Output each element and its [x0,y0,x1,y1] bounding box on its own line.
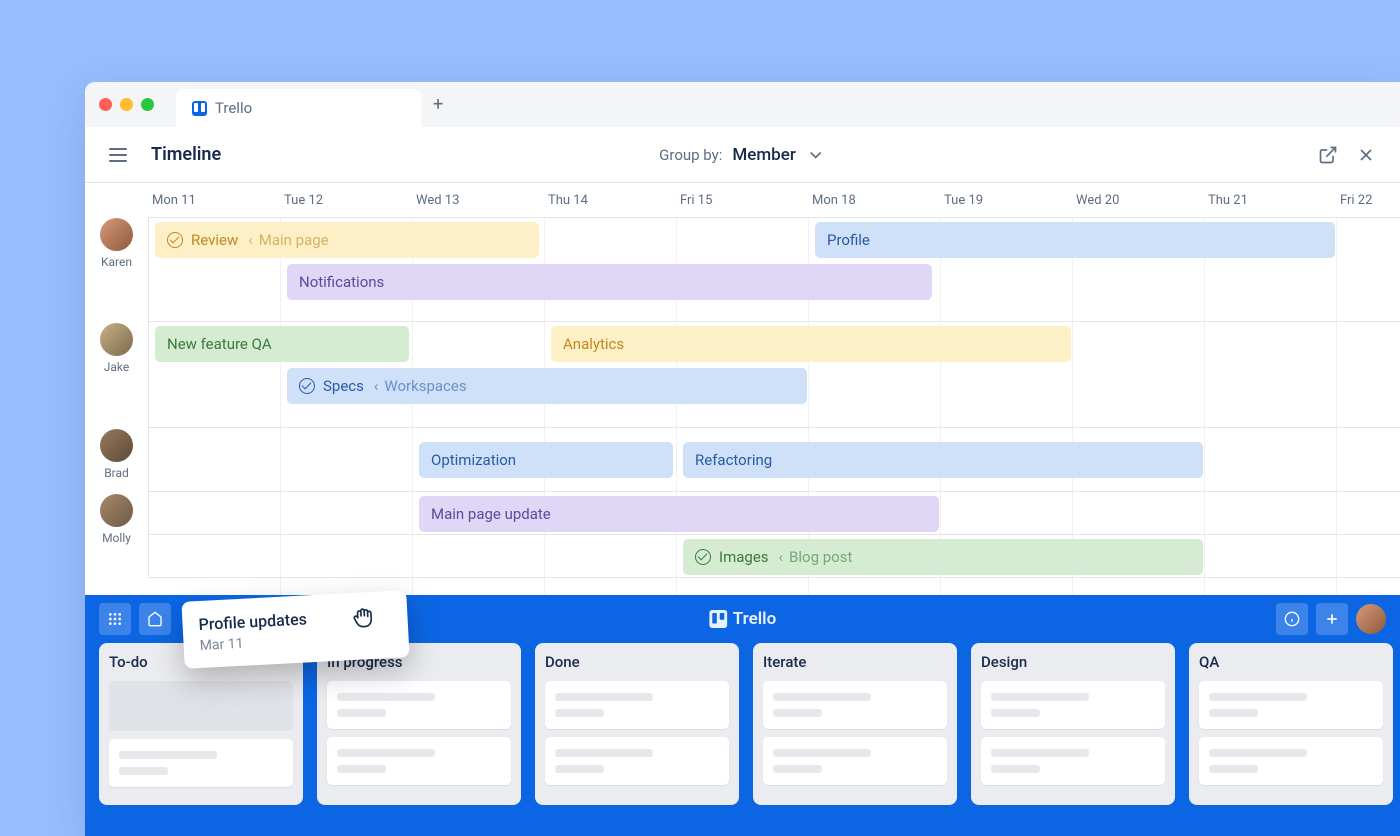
minimize-window-icon[interactable] [120,98,133,111]
check-icon [695,549,711,565]
check-icon [299,378,315,394]
board-brand: Trello [709,609,776,629]
member-molly[interactable]: Molly [85,494,148,554]
check-icon [167,232,183,248]
list-title: Design [981,653,1165,671]
member-jake[interactable]: Jake [85,323,148,429]
close-window-icon[interactable] [99,98,112,111]
task-bar-images[interactable]: Images ‹Blog post [683,539,1203,575]
avatar [100,218,133,251]
trello-logo-icon [192,101,207,116]
close-icon[interactable] [1356,145,1376,165]
trello-logo-icon [709,610,727,628]
card[interactable] [763,681,947,729]
chevron-left-icon: ‹ [374,377,379,395]
group-by-selector[interactable]: Group by: Member [659,145,826,165]
page-title: Timeline [151,144,221,165]
task-bar-new-feature-qa[interactable]: New feature QA [155,326,409,362]
date-header: Wed 13 [412,193,544,208]
task-bar-refactoring[interactable]: Refactoring [683,442,1203,478]
date-header: Mon 18 [808,193,940,208]
chevron-left-icon: ‹ [248,231,253,249]
new-tab-button[interactable]: + [433,94,443,115]
task-bar-specs[interactable]: Specs ‹Workspaces [287,368,807,404]
apps-button[interactable] [99,603,131,635]
avatar [100,494,133,527]
grab-cursor-icon [349,602,381,634]
card[interactable] [545,681,729,729]
timeline-grid[interactable]: Mon 11 Tue 12 Wed 13 Thu 14 Fri 15 Mon 1… [148,183,1400,595]
task-bar-optimization[interactable]: Optimization [419,442,673,478]
list-title: Iterate [763,653,947,671]
card[interactable] [109,739,293,787]
app-window: Trello + Timeline Group by: Member Karen… [85,82,1400,836]
board-lists[interactable]: To-do In progress Done Iterate Design [85,643,1400,805]
member-karen[interactable]: Karen [85,218,148,323]
avatar [100,323,133,356]
task-bar-analytics[interactable]: Analytics [551,326,1071,362]
card-placeholder[interactable] [109,681,293,731]
chevron-down-icon [806,145,826,165]
date-header: Mon 11 [148,193,280,208]
task-bar-profile[interactable]: Profile [815,222,1335,258]
maximize-window-icon[interactable] [141,98,154,111]
browser-tabbar: Trello + [85,82,1400,127]
timeline-row: Main page update [148,491,1400,535]
chevron-left-icon: ‹ [779,548,784,566]
user-avatar[interactable] [1356,604,1386,634]
date-header: Wed 20 [1072,193,1204,208]
card[interactable] [981,681,1165,729]
group-by-label: Group by: [659,146,722,164]
info-icon [1284,611,1300,627]
date-header: Fri 22 [1336,193,1400,208]
members-column: Karen Jake Brad Molly [85,183,148,595]
add-button[interactable] [1316,603,1348,635]
card[interactable] [981,737,1165,785]
home-button[interactable] [139,603,171,635]
browser-tab[interactable]: Trello [176,89,421,127]
open-external-icon[interactable] [1318,145,1338,165]
avatar [100,429,133,462]
menu-icon[interactable] [109,148,127,162]
task-bar-main-page-update[interactable]: Main page update [419,496,939,532]
card[interactable] [327,681,511,729]
date-header: Thu 21 [1204,193,1336,208]
home-icon [147,611,163,627]
list-iterate[interactable]: Iterate [753,643,957,805]
grid-icon [107,611,123,627]
timeline-row: Review ‹Main page Profile Notifications [148,217,1400,322]
card[interactable] [545,737,729,785]
list-in-progress[interactable]: In progress [317,643,521,805]
card[interactable] [763,737,947,785]
member-brad[interactable]: Brad [85,429,148,494]
date-header: Fri 15 [676,193,808,208]
card[interactable] [327,737,511,785]
task-bar-notifications[interactable]: Notifications [287,264,932,300]
traffic-lights [99,98,154,111]
timeline-row: Images ‹Blog post [148,534,1400,578]
dragging-card[interactable]: Profile updates Mar 11 [181,590,409,669]
task-bar-review[interactable]: Review ‹Main page [155,222,539,258]
date-header: Tue 19 [940,193,1072,208]
timeline-view: Karen Jake Brad Molly Mon 11 Tue 12 Wed … [85,183,1400,595]
list-title: Done [545,653,729,671]
list-qa[interactable]: QA [1189,643,1393,805]
group-by-value: Member [732,145,795,165]
card[interactable] [1199,681,1383,729]
date-header: Thu 14 [544,193,676,208]
timeline-row: Optimization Refactoring [148,427,1400,492]
list-design[interactable]: Design [971,643,1175,805]
tab-title: Trello [215,99,252,117]
timeline-row: New feature QA Analytics Specs ‹Workspac… [148,321,1400,428]
plus-icon [1324,611,1340,627]
date-header: Tue 12 [280,193,412,208]
card[interactable] [1199,737,1383,785]
timeline-header: Timeline Group by: Member [85,127,1400,183]
list-title: QA [1199,653,1383,671]
info-button[interactable] [1276,603,1308,635]
list-done[interactable]: Done [535,643,739,805]
date-header-row: Mon 11 Tue 12 Wed 13 Thu 14 Fri 15 Mon 1… [148,183,1400,218]
